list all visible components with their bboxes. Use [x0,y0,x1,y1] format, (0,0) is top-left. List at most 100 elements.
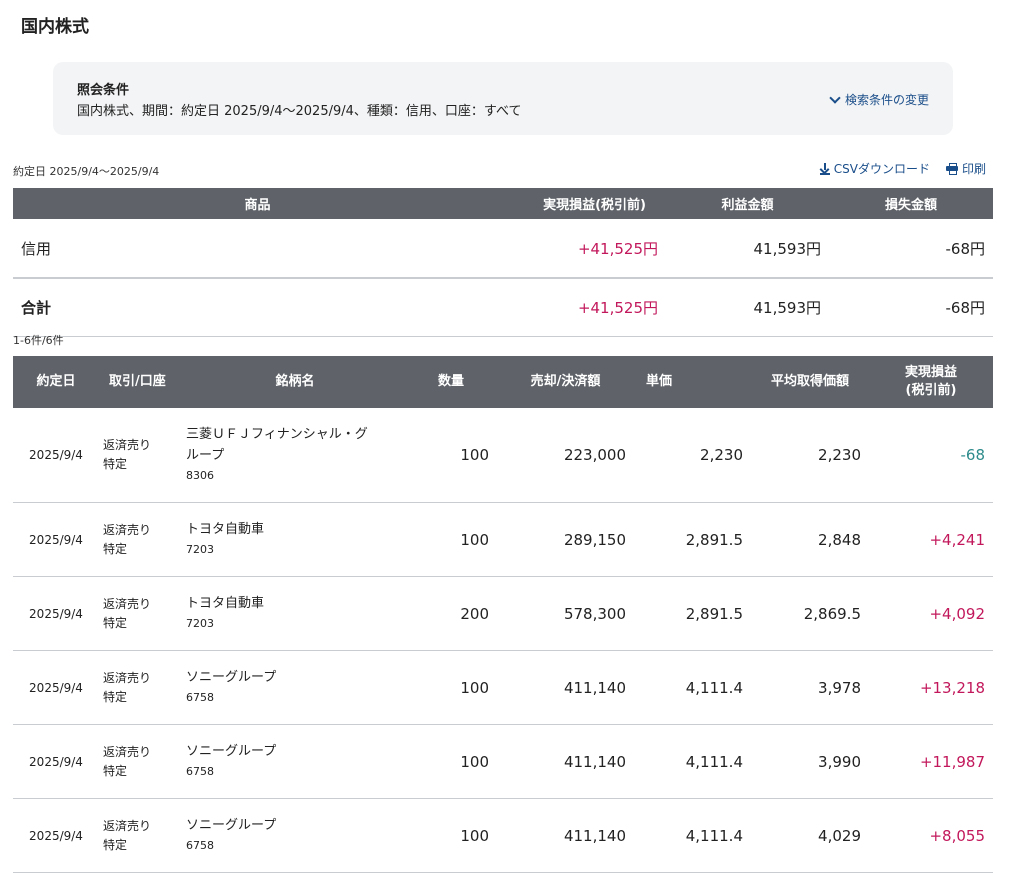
summary-profit: 41,593円 [666,219,829,279]
print-label: 印刷 [961,162,986,176]
download-icon [819,162,830,175]
trade-account: 返済売り 特定 [99,576,185,651]
table-row: 2025/9/4 返済売り 特定 ソニーグループ 6758 100 411,140 … [13,724,993,799]
account-type: 特定 [103,763,128,778]
trade-date: 2025/9/4 [13,650,99,725]
security-code: 7203 [186,543,214,557]
trade-date: 2025/9/4 [13,724,99,799]
conditions-text: 国内株式、期間：約定日 2025/9/4〜2025/9/4、種類：信用、口座：す… [77,104,522,119]
summary-loss: -68円 [829,278,993,337]
period-label: 約定日 2025/9/4〜2025/9/4 [13,165,160,178]
trade-type: 返済売り [103,744,152,759]
trade-type: 返済売り [103,522,152,537]
col-header-unit-price: 単価 [634,356,751,408]
security-cell: トヨタ自動車 7203 [185,502,405,577]
quantity: 200 [405,576,497,651]
table-row: 2025/9/4 返済売り 特定 ソニーグループ 6758 100 411,140 … [13,650,993,725]
quantity: 100 [405,724,497,799]
trade-date: 2025/9/4 [13,798,99,873]
trade-type: 返済売り [103,818,152,833]
sale-amount: 223,000 [497,408,634,503]
trade-detail-table: 約定日 取引/口座 銘柄名 数量 売却/決済額 単価 平均取得価額 実現損益 (… [13,356,993,873]
avg-cost: 4,029 [751,798,869,873]
summary-label: 信用 [13,219,503,279]
account-type: 特定 [103,689,128,704]
realized-pnl: +4,092 [869,576,993,651]
conditions-title: 照会条件 [77,83,130,98]
unit-price: 2,891.5 [634,576,751,651]
sale-amount: 411,140 [497,798,634,873]
realized-pnl-line1: 実現損益 [904,365,957,381]
realized-pnl-line2: (税引前) [905,383,957,398]
col-header-quantity: 数量 [405,356,497,408]
unit-price: 2,230 [634,408,751,503]
security-name: ソニーグループ [186,670,277,686]
trade-date: 2025/9/4 [13,502,99,577]
security-cell: ソニーグループ 6758 [185,798,405,873]
summary-row-margin: 信用 +41,525円 41,593円 -68円 [13,219,993,279]
quantity: 100 [405,798,497,873]
trade-date: 2025/9/4 [13,408,99,503]
security-code: 6758 [186,691,214,705]
realized-pnl: +8,055 [869,798,993,873]
table-row: 2025/9/4 返済売り 特定 トヨタ自動車 7203 200 578,300 2… [13,576,993,651]
col-header-security-name: 銘柄名 [185,356,405,408]
csv-download-link[interactable]: CSVダウンロード [819,160,930,177]
col-header-realized-pnl: 実現損益 (税引前) [869,356,993,408]
unit-price: 4,111.4 [634,798,751,873]
summary-label: 合計 [13,278,503,337]
sale-amount: 411,140 [497,650,634,725]
summary-profit: 41,593円 [666,278,829,337]
trade-type: 返済売り [103,596,152,611]
security-cell: トヨタ自動車 7203 [185,576,405,651]
summary-table: 商品 実現損益(税引前) 利益金額 損失金額 信用 +41,525円 41,59… [13,188,993,337]
security-name: ソニーグループ [186,818,277,834]
realized-pnl: +13,218 [869,650,993,725]
summary-row-total: 合計 +41,525円 41,593円 -68円 [13,278,993,337]
col-header-sale-amount: 売却/決済額 [497,356,634,408]
col-header-loss: 損失金額 [829,188,993,219]
summary-loss: -68円 [829,219,993,279]
sale-amount: 578,300 [497,576,634,651]
security-code: 6758 [186,765,214,779]
account-type: 特定 [103,837,128,852]
summary-header-row: 商品 実現損益(税引前) 利益金額 損失金額 [13,188,993,219]
security-name-cont: ループ [186,448,225,464]
table-row: 2025/9/4 返済売り 特定 ソニーグループ 6758 100 411,140 … [13,798,993,873]
avg-cost: 2,848 [751,502,869,577]
result-count: 1-6件/6件 [13,334,64,347]
unit-price: 2,891.5 [634,502,751,577]
chevron-down-icon [829,91,841,104]
trade-account: 返済売り 特定 [99,502,185,577]
print-link[interactable]: 印刷 [945,160,986,177]
col-header-realized-pnl: 実現損益(税引前) [503,188,666,219]
detail-header-row: 約定日 取引/口座 銘柄名 数量 売却/決済額 単価 平均取得価額 実現損益 (… [13,356,993,408]
realized-pnl: -68 [869,408,993,503]
security-name: 三菱ＵＦＪフィナンシャル・グ [186,427,368,443]
security-cell: 三菱ＵＦＪフィナンシャル・グ ループ 8306 [185,408,405,503]
summary-pnl: +41,525円 [503,278,666,337]
security-name: ソニーグループ [186,744,277,760]
trade-type: 返済売り [103,438,152,453]
trade-account: 返済売り 特定 [99,724,185,799]
quantity: 100 [405,502,497,577]
avg-cost: 3,978 [751,650,869,725]
avg-cost: 2,869.5 [751,576,869,651]
quantity: 100 [405,650,497,725]
page-title: 国内株式 [21,17,89,37]
trade-account: 返済売り 特定 [99,408,185,503]
col-header-trade-date: 約定日 [13,356,99,408]
trade-account: 返済売り 特定 [99,798,185,873]
change-conditions-link[interactable]: 検索条件の変更 [829,91,929,108]
printer-icon [945,163,958,175]
toolbar-actions: CSVダウンロード 印刷 [819,160,986,177]
col-header-profit: 利益金額 [666,188,829,219]
sale-amount: 411,140 [497,724,634,799]
table-row: 2025/9/4 返済売り 特定 トヨタ自動車 7203 100 289,150 2… [13,502,993,577]
trade-type: 返済売り [103,670,152,685]
avg-cost: 3,990 [751,724,869,799]
security-cell: ソニーグループ 6758 [185,650,405,725]
unit-price: 4,111.4 [634,724,751,799]
unit-price: 4,111.4 [634,650,751,725]
search-conditions-panel: 照会条件 国内株式、期間：約定日 2025/9/4〜2025/9/4、種類：信用… [53,62,953,135]
